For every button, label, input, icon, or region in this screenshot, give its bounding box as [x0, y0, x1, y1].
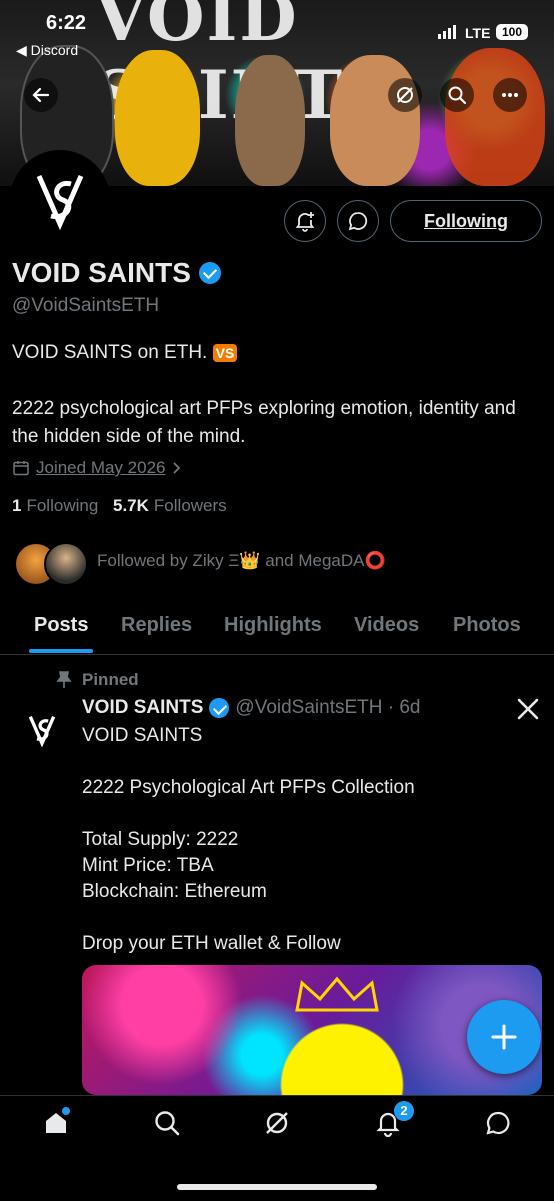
following-count: 1 — [12, 496, 22, 515]
post-author-name[interactable]: VOID SAINTS — [82, 697, 203, 719]
following-button[interactable]: Following — [390, 200, 542, 242]
tab-highlights[interactable]: Highlights — [224, 614, 322, 637]
network-label: LTE — [465, 25, 491, 41]
banner-figure-5 — [445, 48, 545, 186]
profile-tabs: Posts Replies Highlights Videos Photos — [0, 610, 554, 655]
avatar — [44, 542, 88, 586]
void-saints-logo-icon — [36, 174, 84, 230]
more-button[interactable] — [493, 78, 527, 112]
post-handle-time[interactable]: @VoidSaintsETH · 6d — [235, 697, 420, 719]
post-line: Blockchain: Ethereum — [82, 881, 267, 902]
vs-emoji-icon: VS — [212, 343, 238, 362]
joined-date: Joined May 2026 — [36, 458, 166, 477]
bio-line-1: VOID SAINTS on ETH. VS — [12, 342, 238, 364]
unread-dot — [62, 1107, 70, 1115]
back-button[interactable] — [24, 78, 58, 112]
verified-badge-icon — [198, 262, 221, 284]
chevron-right-icon — [173, 462, 181, 474]
post-body: VOID SAINTS 2222 Psychological Art PFPs … — [82, 723, 415, 957]
profile-avatar[interactable] — [10, 150, 110, 250]
void-saints-logo-icon — [28, 715, 56, 747]
pin-icon — [56, 671, 72, 688]
notifications-badge: 2 — [394, 1101, 414, 1121]
post-line: Mint Price: TBA — [82, 855, 214, 876]
followers-count-link[interactable]: 5.7K Followers — [113, 496, 227, 516]
back-to-app-link[interactable]: ◀ Discord — [16, 42, 78, 59]
tab-photos[interactable]: Photos — [453, 614, 521, 637]
profile-name: VOID SAINTS — [12, 257, 191, 288]
nav-grok[interactable] — [257, 1103, 297, 1143]
signal-icon — [438, 25, 456, 39]
tab-posts[interactable]: Posts — [34, 614, 88, 637]
crown-icon — [295, 976, 379, 1012]
pinned-label: Pinned — [82, 670, 139, 689]
banner-figure-4 — [330, 55, 420, 186]
nav-home[interactable] — [36, 1103, 76, 1143]
post-line: VOID SAINTS — [82, 725, 203, 746]
grok-button[interactable] — [388, 78, 422, 112]
bottom-nav: 2 — [0, 1095, 554, 1201]
following-count-link[interactable]: 1 Following — [12, 496, 98, 516]
following-button-label: Following — [424, 210, 508, 231]
bio-line-2: 2222 psychological art PFPs exploring em… — [12, 398, 516, 447]
post-line: 2222 Psychological Art PFPs Collection — [82, 777, 415, 798]
followers-count: 5.7K — [113, 496, 149, 515]
message-button[interactable] — [337, 200, 379, 242]
calendar-icon — [13, 461, 29, 476]
banner-figure-2 — [115, 50, 200, 186]
nav-messages[interactable] — [478, 1103, 518, 1143]
followed-by-avatars[interactable] — [14, 542, 88, 586]
profile-handle: @VoidSaintsETH — [12, 295, 160, 316]
post-line: Total Supply: 2222 — [82, 829, 239, 850]
bell-plus-icon — [295, 212, 315, 232]
nav-explore[interactable] — [147, 1103, 187, 1143]
compose-post-button[interactable] — [467, 1000, 541, 1074]
banner-figure-3 — [235, 55, 305, 186]
search-icon — [448, 86, 467, 105]
post-line: Drop your ETH wallet & Follow — [82, 933, 341, 954]
pinned-label-row: Pinned — [56, 670, 139, 690]
arrow-left-icon — [32, 87, 50, 103]
post-author-avatar[interactable] — [18, 706, 66, 754]
following-count-label: Following — [26, 496, 99, 515]
post-header: VOID SAINTS @VoidSaintsETH · 6d — [82, 697, 421, 719]
search-icon — [155, 1111, 180, 1136]
more-horizontal-icon — [502, 93, 518, 97]
battery-indicator: 100 — [496, 24, 528, 40]
joined-row[interactable]: Joined May 2026 — [12, 458, 183, 478]
x-logo-icon — [516, 697, 540, 726]
nav-notifications[interactable]: 2 — [368, 1101, 414, 1143]
status-time: 6:22 — [46, 12, 87, 34]
home-indicator — [177, 1184, 377, 1190]
tab-videos[interactable]: Videos — [354, 614, 419, 637]
followed-by-text[interactable]: Followed by Ziky Ξ👑 and MegaDA⭕ — [97, 551, 386, 571]
profile-name-row: VOID SAINTS — [12, 257, 221, 289]
plus-icon — [491, 1024, 517, 1050]
notify-bell-button[interactable] — [284, 200, 326, 242]
active-tab-indicator — [29, 649, 93, 653]
message-bubble-icon — [348, 212, 368, 231]
verified-badge-icon — [209, 698, 230, 718]
grok-icon — [266, 1112, 288, 1134]
message-bubble-icon — [486, 1111, 510, 1135]
bio-text-1: VOID SAINTS on ETH. — [12, 342, 208, 363]
followers-count-label: Followers — [153, 496, 227, 515]
search-button[interactable] — [440, 78, 474, 112]
grok-icon — [397, 87, 413, 103]
tab-replies[interactable]: Replies — [121, 614, 192, 637]
